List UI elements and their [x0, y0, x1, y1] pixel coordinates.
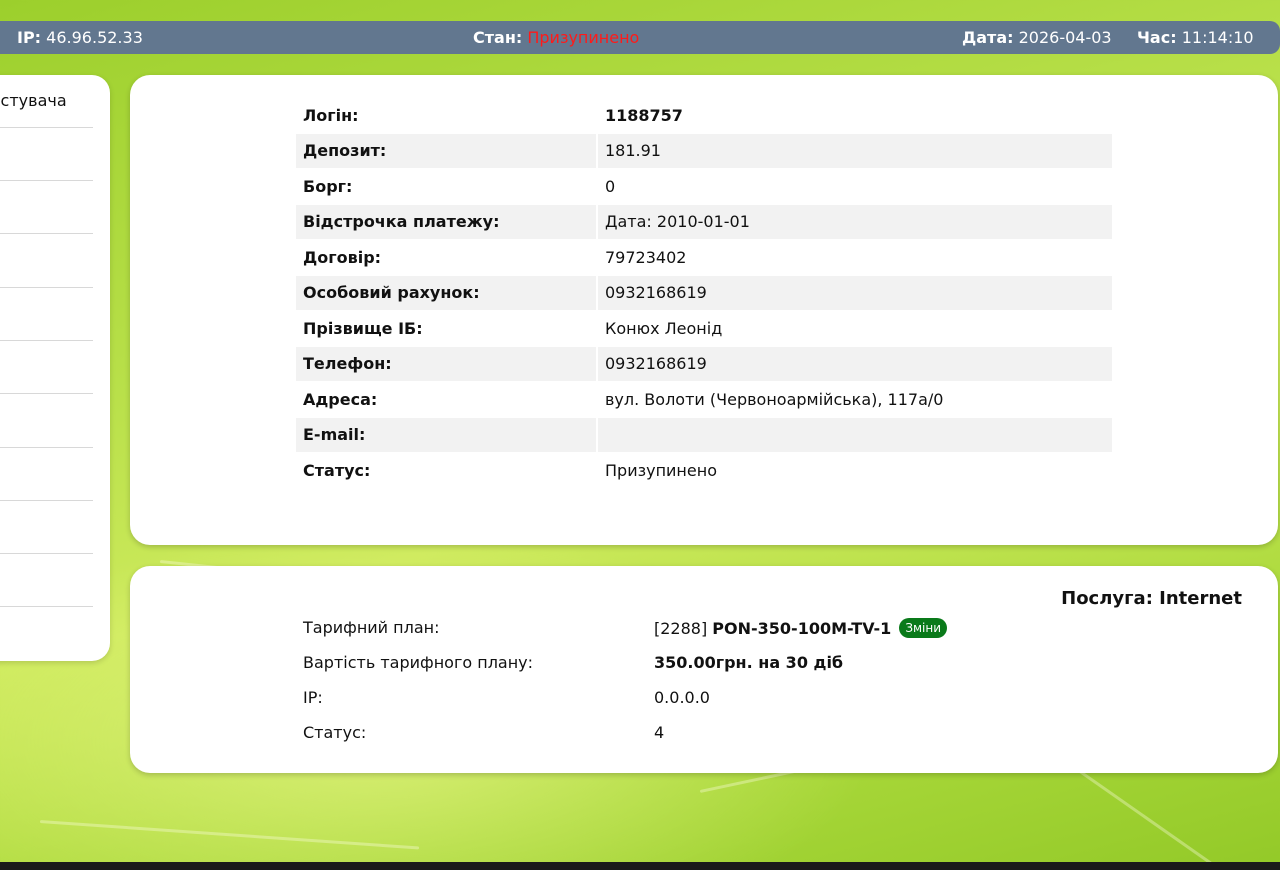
phone-value: 0932168619	[596, 346, 1112, 381]
payment-deferral-value: Дата: 2010-01-01	[596, 204, 1112, 239]
ip-info: IP: 46.96.52.33	[17, 28, 143, 47]
table-row: Статус: Призупинено	[296, 453, 1112, 488]
table-row: Договір: 79723402	[296, 240, 1112, 275]
table-row: Особовий рахунок: 0932168619	[296, 275, 1112, 310]
sidebar-item[interactable]	[0, 554, 93, 607]
table-row: Адреса: вул. Волоти (Червоноармійська), 1…	[296, 382, 1112, 417]
service-title: Послуга: Internet	[1061, 588, 1242, 609]
state-info: Стан: Призупинено	[473, 28, 639, 47]
debt-value: 0	[596, 169, 1112, 204]
login-label: Логін:	[303, 105, 359, 125]
tariff-id: [2288]	[654, 619, 708, 638]
contract-value: 79723402	[596, 240, 1112, 275]
account-value: 0932168619	[596, 275, 1112, 310]
date-info: Дата: 2026-04-03	[962, 28, 1112, 47]
email-value	[596, 417, 1112, 452]
time-label: Час:	[1137, 28, 1177, 47]
state-label: Стан:	[473, 28, 523, 47]
background-streak	[39, 820, 420, 850]
status-label: Статус:	[303, 460, 371, 480]
sidebar-item[interactable]: .	[0, 448, 93, 501]
sidebar-item-label: ристувача	[0, 91, 67, 110]
date-label: Дата:	[962, 28, 1014, 47]
table-row: E-mail:	[296, 417, 1112, 452]
service-ip-value: 0.0.0.0	[654, 688, 710, 707]
address-value: вул. Волоти (Червоноармійська), 117а/0	[596, 382, 1112, 417]
cost-value: 350.00грн. на 30 діб	[654, 653, 843, 672]
date-value: 2026-04-03	[1018, 28, 1112, 47]
table-row: Логін: 1188757	[296, 98, 1112, 133]
table-row: Відстрочка платежу: Дата: 2010-01-01	[296, 204, 1112, 239]
tariff-name: PON-350-100M-TV-1	[712, 619, 892, 638]
sidebar-item[interactable]	[0, 181, 93, 234]
service-panel: Послуга: Internet Тарифний план: [2288] …	[130, 566, 1278, 773]
state-value: Призупинено	[527, 28, 640, 47]
ip-label: IP:	[17, 28, 42, 47]
table-row: Телефон: 0932168619	[296, 346, 1112, 381]
ip-value: 46.96.52.33	[46, 28, 143, 47]
email-label: E-mail:	[296, 417, 596, 452]
name-label: Прізвище ІБ:	[303, 318, 423, 338]
table-row: Прізвище ІБ: Конюх Леонід	[296, 311, 1112, 346]
login-value: 1188757	[596, 98, 1112, 133]
service-status-value: 4	[654, 723, 665, 742]
contract-label: Договір:	[303, 247, 382, 267]
user-info-table: Логін: 1188757 Депозит: 181.91 Борг: 0 Відс…	[296, 97, 1112, 489]
change-tariff-button[interactable]: Зміни	[899, 618, 948, 638]
status-value: Призупинено	[596, 453, 1112, 488]
account-label: Особовий рахунок:	[296, 275, 596, 310]
deposit-value: 181.91	[596, 133, 1112, 168]
tariff-value: [2288] PON-350-100M-TV-1 Зміни	[654, 618, 948, 638]
sidebar-item[interactable]	[0, 235, 93, 288]
time-info: Час: 11:14:10	[1137, 28, 1254, 47]
sidebar-item[interactable]	[0, 288, 93, 341]
debt-label: Борг:	[303, 176, 353, 196]
window-bottom-edge	[0, 862, 1280, 870]
deposit-label: Депозит:	[296, 133, 596, 168]
sidebar-item[interactable]	[0, 501, 93, 554]
cost-amount: 350.00грн. на 30 діб	[654, 653, 844, 672]
cost-label: Вартість тарифного плану:	[303, 653, 534, 672]
tariff-label: Тарифний план:	[303, 618, 440, 637]
service-ip-label: IP:	[303, 688, 323, 707]
table-row: Депозит: 181.91	[296, 133, 1112, 168]
user-info-panel: Логін: 1188757 Депозит: 181.91 Борг: 0 Відс…	[130, 75, 1278, 545]
sidebar-item[interactable]: у	[0, 341, 93, 394]
phone-label: Телефон:	[296, 346, 596, 381]
name-value: Конюх Леонід	[596, 311, 1112, 346]
sidebar-menu: ристувача у .	[0, 75, 110, 661]
top-status-bar: IP: 46.96.52.33 Стан: Призупинено Дата: …	[0, 21, 1280, 54]
table-row: Борг: 0	[296, 169, 1112, 204]
sidebar-item[interactable]	[0, 128, 93, 181]
page: { "topbar": { "ip_label": "IP:", "ip_val…	[0, 0, 1280, 870]
address-label: Адреса:	[303, 389, 378, 409]
time-value: 11:14:10	[1181, 28, 1254, 47]
sidebar-item[interactable]	[0, 395, 93, 448]
service-status-label: Статус:	[303, 723, 367, 742]
sidebar-item[interactable]: ристувача	[0, 75, 93, 128]
payment-deferral-label: Відстрочка платежу:	[296, 204, 596, 239]
